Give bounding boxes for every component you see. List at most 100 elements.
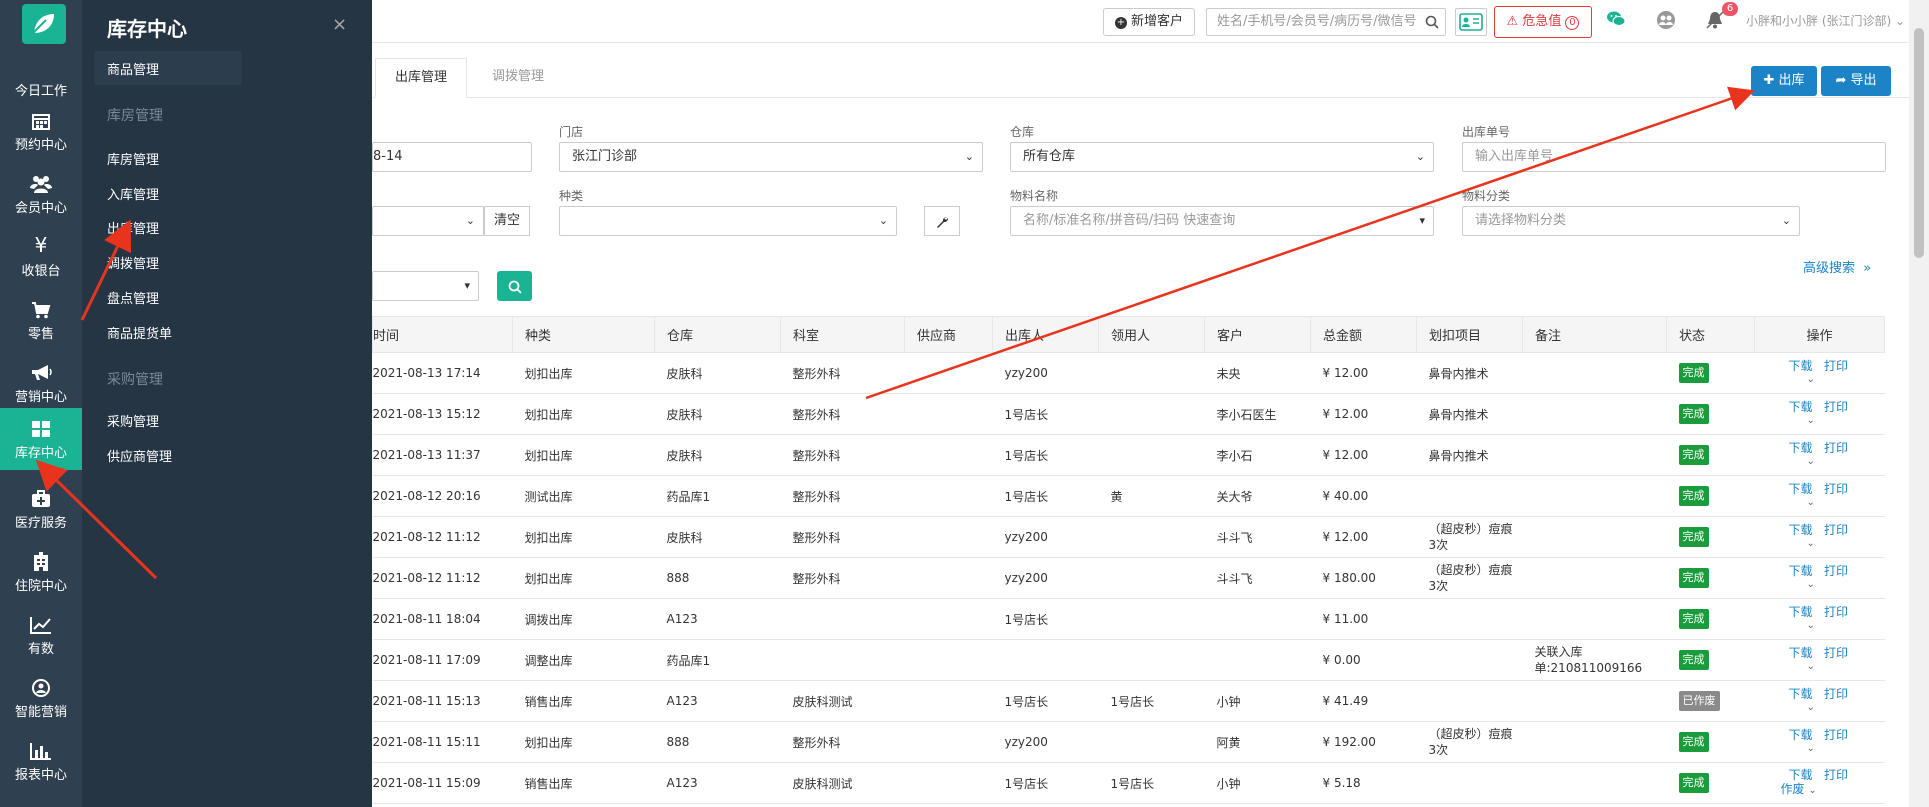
wechat-icon[interactable] [1603,10,1629,34]
rail-item-marketing[interactable]: 营销中心 [0,352,82,414]
print-link[interactable]: 打印 [1824,564,1848,578]
submenu-item-stocktake[interactable]: 盘点管理 [107,288,159,307]
rail-item-inventory[interactable]: 库存中心 [0,408,82,470]
download-link[interactable]: 下载 [1789,400,1813,414]
print-link[interactable]: 打印 [1824,605,1848,619]
col-header-receiver[interactable]: 领用人 [1098,316,1205,353]
download-link[interactable]: 下载 [1789,687,1813,701]
scrollbar-thumb[interactable] [1914,28,1924,258]
submenu-item-transfer[interactable]: 调拨管理 [107,253,159,272]
tab-transfer[interactable]: 调拨管理 [478,58,558,98]
print-link[interactable]: 打印 [1824,400,1848,414]
type-select[interactable]: ⌄ [559,206,897,236]
search-icon[interactable] [1425,9,1439,35]
download-link[interactable]: 下载 [1789,523,1813,537]
chevron-down-icon[interactable]: ⌄ [1807,660,1881,674]
date-range-input[interactable]: 8-14 [372,142,532,172]
submenu-item-purchase[interactable]: 采购管理 [107,411,159,430]
material-name-input[interactable]: 名称/标准名称/拼音码/扫码 快速查询 ▾ [1010,206,1434,236]
submenu-item-inbound[interactable]: 入库管理 [107,184,159,203]
col-header-time[interactable]: 时间 [372,316,513,353]
rail-item-cashier[interactable]: ¥ 收银台 [0,226,82,288]
table-row[interactable]: 2021-08-11 15:11 划扣出库 888 整形外科 yzy200 阿黄 ¥ 192… [372,721,1885,763]
submenu-item-warehouse[interactable]: 库房管理 [107,149,159,168]
page-size-select[interactable]: ▾ [372,271,479,301]
advanced-search-link[interactable]: 高级搜索 » [1803,257,1871,276]
print-link[interactable]: 打印 [1824,359,1848,373]
chevron-down-icon[interactable]: ⌄ [1807,537,1881,551]
rail-item-appointment[interactable]: 预约中心 [0,100,82,162]
col-header-out-by[interactable]: 出库人 [992,316,1099,353]
print-link[interactable]: 打印 [1824,646,1848,660]
add-outbound-button[interactable]: ✚ 出库 [1751,66,1817,96]
chevron-down-icon[interactable]: ⌄ [1808,785,1816,796]
col-header-type[interactable]: 种类 [512,316,655,353]
vertical-scrollbar[interactable] [1909,0,1929,807]
tab-outbound[interactable]: 出库管理 [375,58,467,98]
download-link[interactable]: 下载 [1789,768,1813,782]
warehouse-select[interactable]: 所有仓库 ⌄ [1010,142,1434,172]
store-select[interactable]: 张江门诊部 ⌄ [559,142,983,172]
table-row[interactable]: 2021-08-13 15:12 划扣出库 皮肤科 整形外科 1号店长 李小石医生 ¥ 12… [372,393,1885,435]
chevron-down-icon[interactable]: ⌄ [1807,414,1881,428]
download-link[interactable]: 下载 [1789,482,1813,496]
rail-item-smart-marketing[interactable]: 智能营销 [0,667,82,729]
table-row[interactable]: 2021-08-12 11:12 划扣出库 888 整形外科 yzy200 斗斗飞 ¥ 18… [372,557,1885,599]
print-link[interactable]: 打印 [1824,768,1848,782]
col-header-status[interactable]: 状态 [1666,316,1755,353]
rail-item-today[interactable]: 今日工作 [0,46,82,108]
submenu-item-goods[interactable]: 商品管理 [107,59,159,78]
void-link[interactable]: 作废 [1781,782,1805,796]
group-icon[interactable] [1653,10,1679,34]
table-row[interactable]: 2021-08-11 17:09 调整出库 药品库1 ¥ 0.00 关联入库单:2108… [372,639,1885,681]
new-customer-button[interactable]: + 新增客户 [1103,8,1195,36]
print-link[interactable]: 打印 [1824,523,1848,537]
col-header-customer[interactable]: 客户 [1204,316,1311,353]
submenu-item-supplier[interactable]: 供应商管理 [107,446,172,465]
order-no-input[interactable]: 输入出库单号 [1462,142,1886,172]
col-header-project[interactable]: 划扣项目 [1416,316,1523,353]
download-link[interactable]: 下载 [1789,728,1813,742]
rail-item-medical[interactable]: 医疗服务 [0,478,82,540]
print-link[interactable]: 打印 [1824,728,1848,742]
table-row[interactable]: 2021-08-11 18:04 调拨出库 A123 1号店长 ¥ 11.00 完成 下载 … [372,598,1885,640]
col-header-dept[interactable]: 科室 [780,316,905,353]
rail-item-retail[interactable]: 零售 [0,289,82,351]
print-link[interactable]: 打印 [1824,441,1848,455]
table-row[interactable]: 2021-08-12 11:12 划扣出库 皮肤科 整形外科 yzy200 斗斗飞 ¥ 12… [372,516,1885,558]
material-category-select[interactable]: 请选择物料分类 ⌄ [1462,206,1800,236]
close-icon[interactable]: × [332,14,347,35]
chevron-down-icon[interactable]: ⌄ [1807,496,1881,510]
col-header-supplier[interactable]: 供应商 [904,316,993,353]
chevron-down-icon[interactable]: ⌄ [1807,455,1881,469]
clear-button[interactable]: 清空 [484,206,530,236]
col-header-amount[interactable]: 总金额 [1310,316,1417,353]
submenu-item-pickup[interactable]: 商品提货单 [107,323,172,342]
search-button[interactable] [497,271,532,301]
download-link[interactable]: 下载 [1789,605,1813,619]
table-row[interactable]: 2021-08-13 11:37 划扣出库 皮肤科 整形外科 1号店长 李小石 ¥ 12.0… [372,434,1885,476]
chevron-down-icon[interactable]: ⌄ [1807,742,1881,756]
col-header-warehouse[interactable]: 仓库 [654,316,781,353]
rail-item-members[interactable]: 会员中心 [0,163,82,225]
chevron-down-icon[interactable]: ⌄ [1807,578,1881,592]
wrench-button[interactable] [924,206,960,236]
table-row[interactable]: 2021-08-12 20:16 测试出库 药品库1 整形外科 1号店长黄关大爷 ¥ 40… [372,475,1885,517]
export-button[interactable]: ➦ 导出 [1821,66,1891,96]
download-link[interactable]: 下载 [1789,441,1813,455]
critical-value-button[interactable]: ⚠ 危急值 0 [1494,6,1592,38]
global-search-input[interactable]: 姓名/手机号/会员号/病历号/微信号 [1206,8,1446,36]
table-row[interactable]: 2021-08-11 15:13 销售出库 A123 皮肤科测试 1号店长 1号店长 小钟 ¥… [372,680,1885,722]
col-header-remark[interactable]: 备注 [1522,316,1667,353]
rail-item-inpatient[interactable]: 住院中心 [0,541,82,603]
chevron-down-icon[interactable]: ⌄ [1807,701,1881,715]
user-menu[interactable]: 小胖和小小胖 (张江门诊部) ⌄ [1746,12,1905,29]
id-card-button[interactable] [1455,8,1487,36]
rail-item-reports[interactable]: 报表中心 [0,730,82,792]
print-link[interactable]: 打印 [1824,482,1848,496]
download-link[interactable]: 下载 [1789,646,1813,660]
table-row[interactable]: 2021-08-13 17:14 划扣出库 皮肤科 整形外科 yzy200 未央 ¥ 12.… [372,352,1885,394]
print-link[interactable]: 打印 [1824,687,1848,701]
rail-item-data[interactable]: 有数 [0,604,82,666]
submenu-item-outbound[interactable]: 出库管理 [107,218,159,237]
